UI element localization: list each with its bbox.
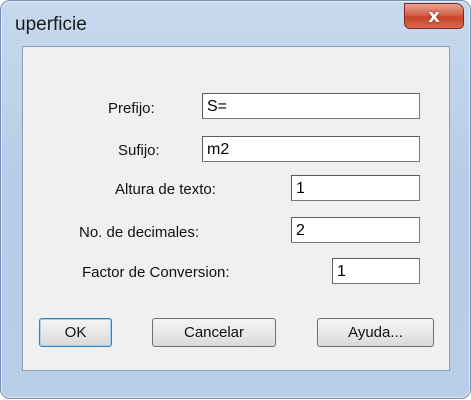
window-title: uperficie	[15, 14, 87, 35]
dialog-body: Prefijo: Sufijo: Altura de texto: No. de…	[22, 46, 450, 371]
altura-label: Altura de texto:	[115, 181, 216, 198]
window-bottom-border	[1, 373, 470, 400]
close-icon: x	[428, 5, 440, 27]
decimales-label: No. de decimales:	[79, 224, 200, 241]
title-bar[interactable]: uperficie x	[1, 1, 470, 45]
prefijo-label: Prefijo:	[108, 100, 155, 117]
close-button[interactable]: x	[404, 3, 464, 29]
dialog-window: uperficie x Prefijo: Sufijo: Altura de t…	[0, 0, 471, 399]
help-button[interactable]: Ayuda...	[317, 318, 434, 347]
sufijo-input[interactable]	[202, 136, 420, 162]
prefijo-input[interactable]	[202, 93, 420, 119]
altura-input[interactable]	[291, 175, 420, 201]
sufijo-label: Sufijo:	[118, 142, 160, 159]
cancel-button[interactable]: Cancelar	[152, 318, 276, 347]
decimales-input[interactable]	[291, 217, 420, 243]
factor-input[interactable]	[332, 258, 420, 284]
factor-label: Factor de Conversion:	[82, 264, 230, 281]
ok-button[interactable]: OK	[39, 318, 112, 347]
